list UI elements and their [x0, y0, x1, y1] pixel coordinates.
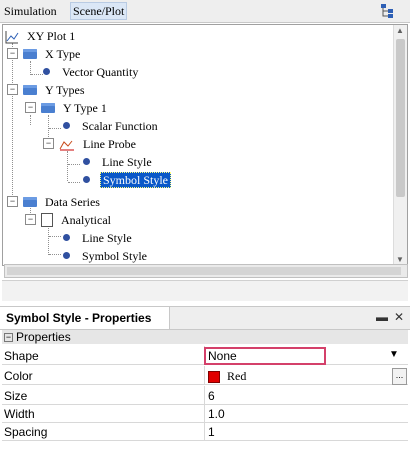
tree-node-line-style-2[interactable]: Line Style — [63, 229, 134, 247]
line-probe-icon — [59, 140, 74, 151]
tree-label: Line Probe — [83, 137, 136, 151]
tree-view-icon[interactable] — [380, 3, 396, 19]
property-name: Spacing — [4, 425, 48, 439]
size-value: 6 — [208, 389, 215, 403]
vertical-scrollbar[interactable]: ▲ ▼ — [393, 25, 407, 265]
spacing-value: 1 — [208, 425, 215, 439]
collapse-icon[interactable]: − — [4, 333, 13, 343]
property-row-spacing[interactable]: Spacing 1 — [2, 422, 408, 441]
tree-label: Analytical — [61, 213, 111, 227]
tree-node-y-types[interactable]: Y Types — [23, 81, 87, 99]
bullet-icon — [63, 252, 70, 260]
tab-scene-plot[interactable]: Scene/Plot — [70, 2, 128, 20]
property-row-size[interactable]: Size 6 — [2, 386, 408, 405]
xy-plot-icon — [5, 30, 19, 44]
tree-label: Vector Quantity — [62, 65, 139, 79]
shape-value: None — [208, 349, 237, 363]
property-name: Color — [4, 369, 33, 383]
chevron-down-icon[interactable]: ▼ — [389, 349, 399, 360]
width-value: 1.0 — [208, 407, 225, 421]
scene-plot-tree: XY Plot 1 − X Type Vector Quantity − Y T… — [2, 24, 408, 266]
collapse-toggle[interactable]: − — [7, 196, 18, 207]
property-value-cell[interactable]: Red — [204, 366, 409, 384]
folder-icon — [23, 196, 37, 207]
bullet-icon — [43, 68, 50, 76]
tree-label: X Type — [45, 47, 81, 61]
tree-label: Line Style — [102, 155, 152, 169]
tree-label: Y Types — [45, 83, 85, 97]
collapse-toggle[interactable]: − — [25, 214, 36, 225]
tree-node-x-type[interactable]: X Type — [23, 45, 82, 63]
properties-section-header[interactable]: − Properties — [2, 330, 408, 344]
top-tab-bar: Simulation Scene/Plot — [0, 0, 410, 23]
bullet-icon — [83, 158, 90, 166]
color-picker-button[interactable]: ... — [392, 368, 407, 385]
property-name: Width — [4, 407, 35, 421]
tree-label: Y Type 1 — [63, 101, 107, 115]
scroll-thumb[interactable] — [396, 39, 405, 197]
collapse-toggle[interactable]: − — [25, 102, 36, 113]
property-row-color[interactable]: Color Red — [2, 366, 408, 385]
collapse-toggle[interactable]: − — [7, 84, 18, 95]
tree-node-line-style[interactable]: Line Style — [83, 153, 154, 171]
bullet-icon — [83, 176, 90, 184]
collapse-toggle[interactable]: − — [7, 48, 18, 59]
scroll-thumb[interactable] — [7, 267, 401, 275]
document-icon — [41, 212, 53, 227]
scroll-up-icon[interactable]: ▲ — [396, 26, 404, 35]
property-value-cell[interactable]: 1 — [204, 422, 409, 440]
minimize-icon[interactable]: ▬ — [376, 310, 388, 324]
close-icon[interactable]: ✕ — [394, 310, 404, 324]
tree-node-symbol-style-2[interactable]: Symbol Style — [63, 247, 149, 265]
tree-node-y-type-1[interactable]: Y Type 1 — [41, 99, 109, 117]
tree-node-data-series[interactable]: Data Series — [23, 193, 102, 211]
collapse-toggle[interactable]: − — [43, 138, 54, 149]
property-value-cell[interactable]: 1.0 — [204, 404, 409, 422]
tree-node-line-probe[interactable]: Line Probe — [59, 135, 138, 153]
property-value-cell[interactable]: 6 — [204, 386, 409, 404]
properties-panel-title[interactable]: Symbol Style - Properties — [0, 307, 170, 329]
tree-node-vector-quantity[interactable]: Vector Quantity — [43, 63, 140, 81]
tree-label: Line Style — [82, 231, 132, 245]
folder-icon — [41, 102, 55, 113]
color-swatch — [208, 371, 220, 383]
tree-node-analytical[interactable]: Analytical — [41, 211, 113, 229]
color-value: Red — [227, 369, 247, 383]
property-name: Shape — [4, 349, 39, 363]
tree-label: Data Series — [45, 195, 100, 209]
tree-node-symbol-style-selected[interactable]: Symbol Style — [83, 171, 172, 189]
tree-label: Symbol Style — [100, 172, 172, 188]
tree-node-xy-plot[interactable]: XY Plot 1 — [5, 27, 77, 45]
tree-label: Scalar Function — [82, 119, 158, 133]
bullet-icon — [63, 234, 70, 242]
folder-icon — [23, 48, 37, 59]
tree-label: Symbol Style — [82, 249, 148, 263]
property-row-width[interactable]: Width 1.0 — [2, 404, 408, 423]
property-name: Size — [4, 389, 28, 403]
horizontal-scrollbar[interactable] — [4, 264, 408, 278]
section-label: Properties — [16, 330, 71, 344]
tree-label: XY Plot 1 — [27, 29, 76, 43]
shape-dropdown[interactable]: None — [204, 347, 326, 365]
tab-simulation[interactable]: Simulation — [2, 3, 59, 19]
tree-node-scalar-function[interactable]: Scalar Function — [63, 117, 160, 135]
scroll-down-icon[interactable]: ▼ — [396, 255, 404, 264]
folder-icon — [23, 84, 37, 95]
bullet-icon — [63, 122, 70, 130]
panel-divider — [2, 280, 408, 301]
properties-header: Symbol Style - Properties ▬ ✕ — [0, 306, 410, 330]
